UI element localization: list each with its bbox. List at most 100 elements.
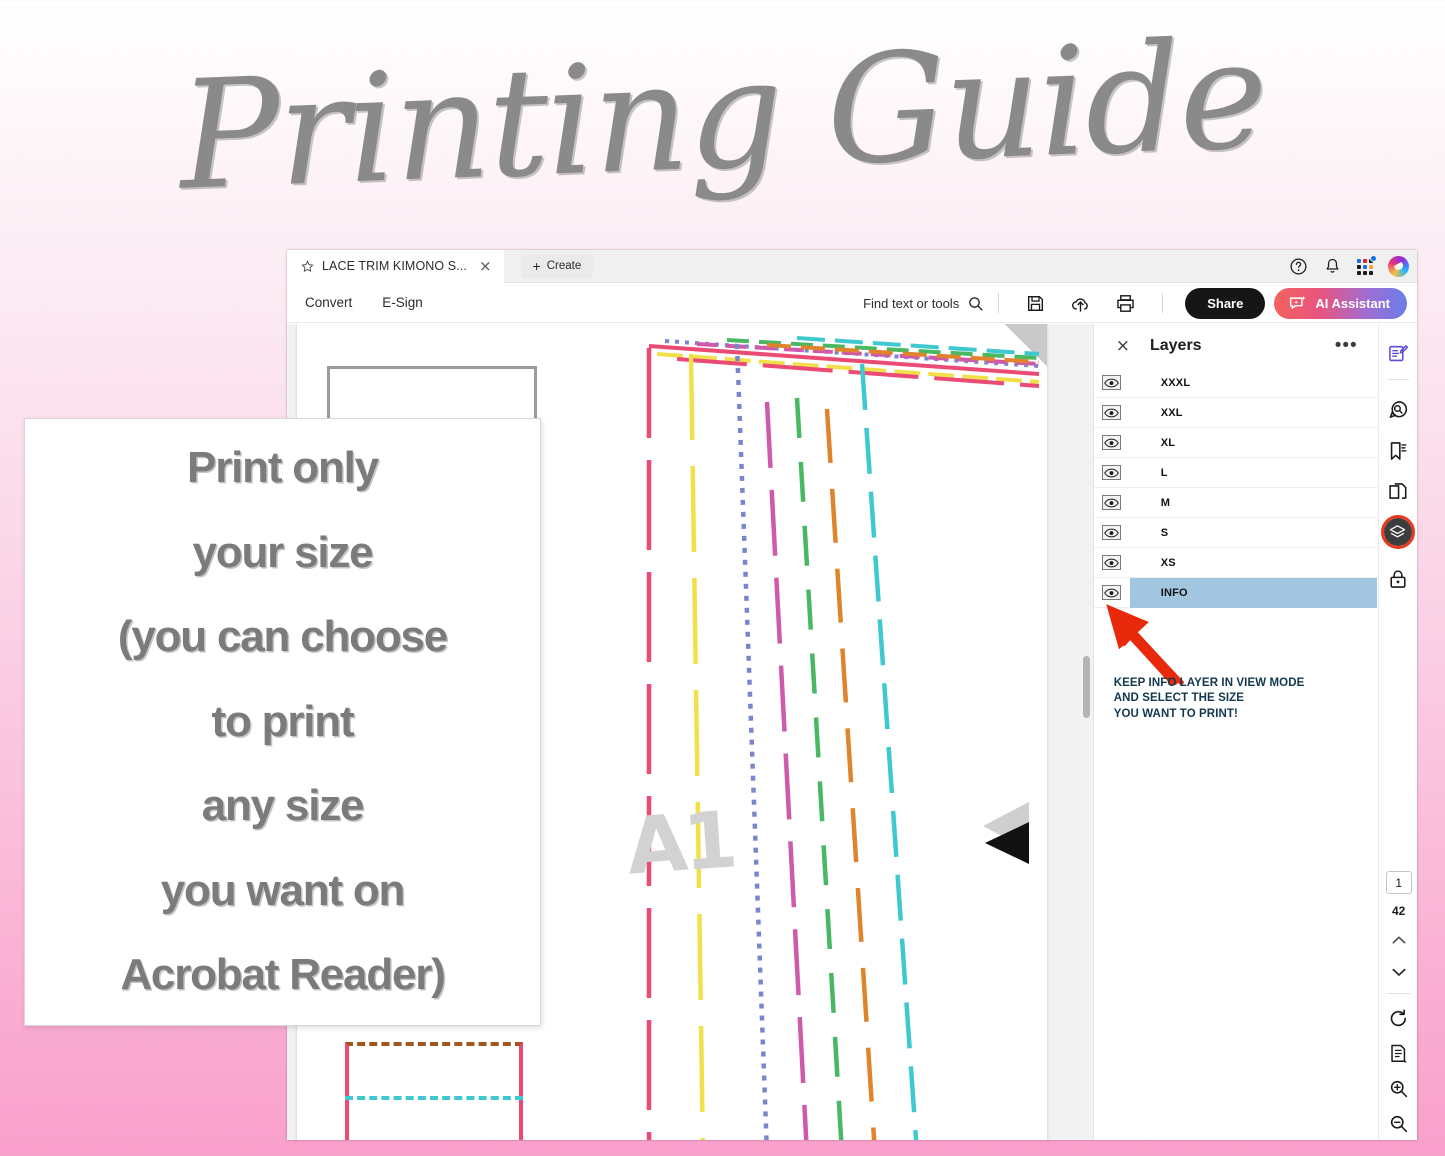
rail-divider-2 [1386,993,1411,994]
layer-row-s[interactable]: S [1093,518,1378,548]
scrollbar-thumb[interactable] [1082,656,1090,718]
app-grid-badge [1370,254,1377,262]
find-text-or-tools[interactable]: Find text or tools [863,295,984,312]
layer-name-wrap: XXL [1130,398,1377,428]
print-card-line-1: Print only [187,443,379,493]
close-icon[interactable]: × [479,258,492,274]
find-label: Find text or tools [863,295,960,311]
menu-item-esign[interactable]: E-Sign [382,295,423,310]
document-scrollbar[interactable] [1079,324,1093,1140]
layer-name: XXXL [1160,376,1191,389]
bottom-pattern-box [345,1042,523,1140]
eye-icon[interactable] [1101,465,1121,480]
eye-icon[interactable] [1101,405,1121,420]
pages-copy-icon[interactable] [1387,481,1409,503]
page-watermark: A1 [623,795,737,893]
upload-cloud-icon[interactable] [1070,293,1091,314]
close-icon[interactable]: × [1116,337,1130,355]
layers-glyph-icon [1390,524,1406,537]
layer-row-m[interactable]: M [1093,488,1378,518]
ai-assistant-label: AI Assistant [1315,295,1390,311]
annotation-line-3: YOU WANT TO PRINT! [1113,707,1238,720]
eye-icon[interactable] [1101,495,1121,510]
layer-row-info[interactable]: INFO [1093,577,1378,608]
print-card-line-7: Acrobat Reader) [120,950,446,1000]
annotation-line-2: AND SELECT THE SIZE [1113,692,1245,705]
layers-panel-header: × Layers ••• [1094,324,1378,368]
lock-icon[interactable] [1387,568,1409,590]
zoom-in-icon[interactable] [1388,1078,1409,1099]
page-title: Printing Guide [176,8,1269,224]
annotation-line-1: KEEP INFO LAYER IN VIEW MODE [1113,677,1305,689]
layer-name: XS [1160,556,1176,569]
divider [998,293,1000,313]
page-number-input[interactable] [1385,871,1412,894]
menu-item-convert[interactable]: Convert [305,295,352,310]
ai-sparkle-icon [1290,295,1307,309]
layer-name: XL [1160,436,1176,449]
layer-row-xl[interactable]: XL [1093,428,1378,458]
layer-name: INFO [1160,586,1188,599]
document-tab[interactable]: LACE TRIM KIMONO S... × [287,250,504,283]
black-arrow-marker [985,822,1029,864]
save-icon[interactable] [1025,293,1046,314]
layer-name: S [1160,526,1169,539]
fit-page-icon[interactable] [1388,1043,1409,1064]
bookmark-icon[interactable] [1387,440,1409,462]
help-icon[interactable] [1289,257,1308,276]
print-instructions-card: Print only your size (you can choose to … [24,418,541,1026]
layers-annotation-text: KEEP INFO LAYER IN VIEW MODE AND SELECT … [1114,676,1364,722]
print-icon[interactable] [1115,293,1136,314]
right-tool-rail: 42 [1377,324,1417,1140]
print-card-line-5: any size [201,781,365,831]
zoom-out-icon[interactable] [1388,1113,1409,1134]
layers-icon[interactable] [1380,515,1417,549]
comment-icon[interactable] [1387,399,1409,421]
chevron-down-icon[interactable] [1389,962,1409,982]
layer-name: L [1160,466,1168,479]
create-label: Create [546,260,582,272]
plus-icon: + [532,258,541,274]
eye-icon[interactable] [1101,375,1121,390]
search-icon[interactable] [967,295,984,312]
layer-name-wrap: L [1130,458,1377,488]
tab-title: LACE TRIM KIMONO S... [322,259,467,273]
layer-name-wrap: M [1130,488,1377,518]
layers-options-menu[interactable]: ••• [1335,337,1358,355]
notification-bell-icon[interactable] [1323,257,1342,276]
layer-name: XXL [1160,406,1183,419]
eye-icon[interactable] [1101,555,1121,570]
layer-name-wrap: S [1130,518,1377,548]
layer-name: M [1160,496,1171,509]
divider-2 [1162,293,1164,313]
print-card-line-6: you want on [160,865,406,915]
layer-row-l[interactable]: L [1093,458,1378,488]
layer-row-xxl[interactable]: XXL [1093,398,1378,428]
layer-row-xxxl[interactable]: XXXL [1093,368,1378,398]
create-button[interactable]: + Create [520,254,594,278]
layers-panel-title: Layers [1149,337,1202,354]
eye-icon[interactable] [1101,525,1121,540]
bottom-cyan-line [345,1096,523,1100]
tab-strip: LACE TRIM KIMONO S... × + Create [287,250,1417,283]
layer-name-wrap: INFO [1129,577,1377,608]
print-card-line-2: your size [192,527,374,577]
chevron-up-icon[interactable] [1389,930,1409,950]
edit-document-icon[interactable] [1387,343,1409,365]
eye-icon[interactable] [1101,435,1121,450]
ai-assistant-button[interactable]: AI Assistant [1274,287,1407,319]
eye-icon[interactable] [1101,585,1121,600]
header-icon-group [1289,250,1409,283]
total-pages-label: 42 [1392,904,1406,918]
layer-name-wrap: XS [1130,548,1377,578]
layer-name-wrap: XXXL [1130,368,1377,398]
print-card-line-4: to print [211,696,355,746]
layer-row-xs[interactable]: XS [1093,548,1378,578]
app-grid-icon[interactable] [1357,254,1377,275]
star-icon[interactable] [301,259,314,273]
share-button[interactable]: Share [1185,287,1266,319]
avatar[interactable] [1388,256,1409,277]
rotate-icon[interactable] [1388,1008,1409,1029]
rail-divider [1386,379,1409,380]
print-card-line-3: (you can choose [117,612,448,662]
